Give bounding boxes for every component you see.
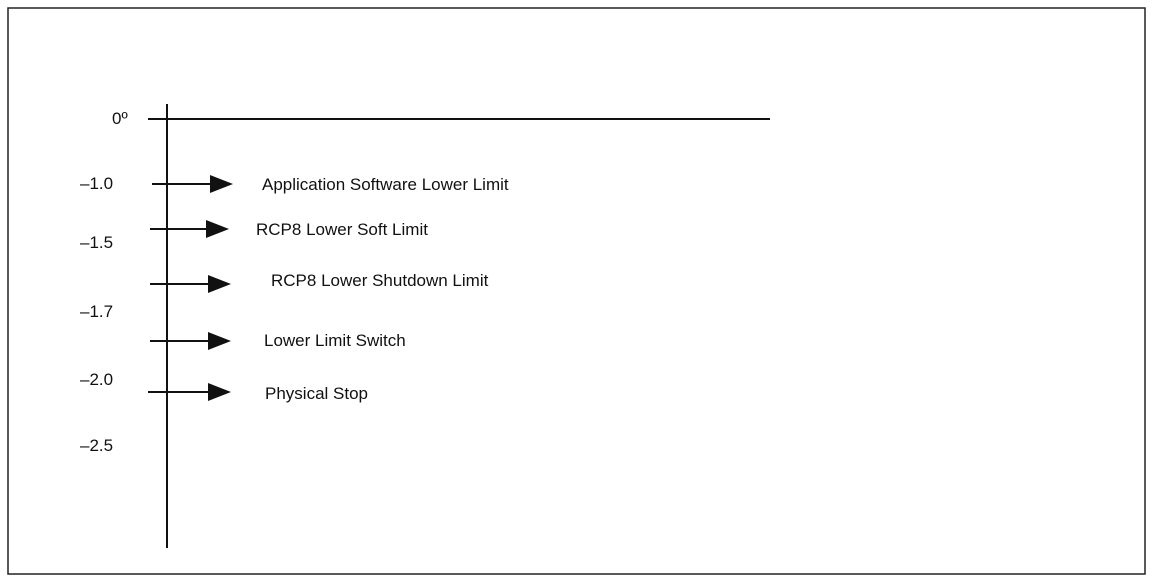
- scale-label: –2.0: [80, 370, 113, 389]
- marker-label: Application Software Lower Limit: [262, 175, 509, 194]
- marker-label: Lower Limit Switch: [264, 331, 406, 350]
- scale-label: –1.5: [80, 233, 113, 252]
- scale-label: –2.5: [80, 436, 113, 455]
- arrow-right-icon: [206, 220, 229, 238]
- marker-label: Physical Stop: [265, 384, 368, 403]
- zero-label: 0º: [112, 109, 128, 128]
- arrow-right-icon: [208, 383, 231, 401]
- arrow-right-icon: [210, 175, 233, 193]
- marker-label: RCP8 Lower Soft Limit: [256, 220, 428, 239]
- marker-label: RCP8 Lower Shutdown Limit: [271, 271, 489, 290]
- diagram-frame: [7, 7, 1146, 575]
- limit-diagram: 0º –1.0 –1.5 –1.7 –2.0 –2.5 Application …: [7, 7, 1146, 575]
- scale-label: –1.0: [80, 174, 113, 193]
- arrow-right-icon: [208, 332, 231, 350]
- diagram-container: 0º –1.0 –1.5 –1.7 –2.0 –2.5 Application …: [0, 0, 1154, 576]
- scale-label: –1.7: [80, 302, 113, 321]
- arrow-right-icon: [208, 275, 231, 293]
